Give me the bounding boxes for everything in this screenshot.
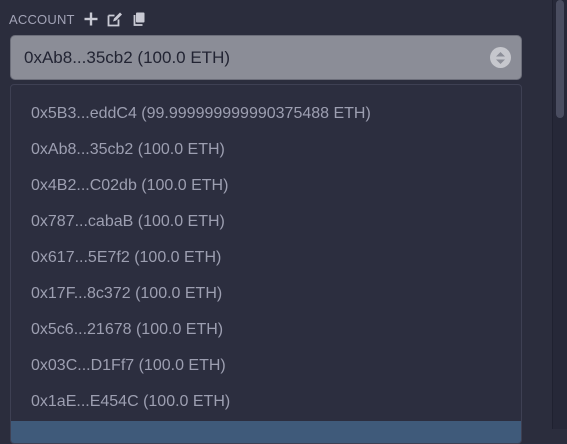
copy-icon[interactable] — [131, 11, 147, 27]
account-option[interactable]: 0x1aE...E454C (100.0 ETH) — [11, 384, 521, 420]
account-option[interactable]: 0x4B2...C02db (100.0 ETH) — [11, 168, 521, 204]
account-option[interactable]: 0x03C...D1Ff7 (100.0 ETH) — [11, 348, 521, 384]
plus-icon[interactable] — [83, 11, 99, 27]
account-option[interactable]: 0x5c6...21678 (100.0 ETH) — [11, 312, 521, 348]
account-select-value: 0xAb8...35cb2 (100.0 ETH) — [24, 47, 231, 67]
scrollbar[interactable] — [552, 0, 567, 429]
scrollbar-thumb[interactable] — [556, 0, 564, 118]
account-label: ACCOUNT — [9, 11, 75, 27]
edit-icon[interactable] — [107, 11, 123, 27]
account-dropdown-list: 0x5B3...eddC4 (99.999999999990375488 ETH… — [10, 84, 522, 444]
account-option-highlighted[interactable] — [11, 421, 521, 443]
account-option[interactable]: 0x5B3...eddC4 (99.999999999990375488 ETH… — [11, 96, 521, 132]
select-arrows-icon — [490, 47, 511, 68]
account-option[interactable]: 0x787...cabaB (100.0 ETH) — [11, 204, 521, 240]
account-option[interactable]: 0x617...5E7f2 (100.0 ETH) — [11, 240, 521, 276]
account-option[interactable]: 0x17F...8c372 (100.0 ETH) — [11, 276, 521, 312]
account-option[interactable]: 0xAb8...35cb2 (100.0 ETH) — [11, 132, 521, 168]
account-header: ACCOUNT — [9, 9, 155, 29]
account-panel: ACCOUNT 0xAb8...35cb2 (100.0 ETH) 0x5B3.… — [0, 0, 552, 444]
account-select[interactable]: 0xAb8...35cb2 (100.0 ETH) — [10, 35, 522, 80]
